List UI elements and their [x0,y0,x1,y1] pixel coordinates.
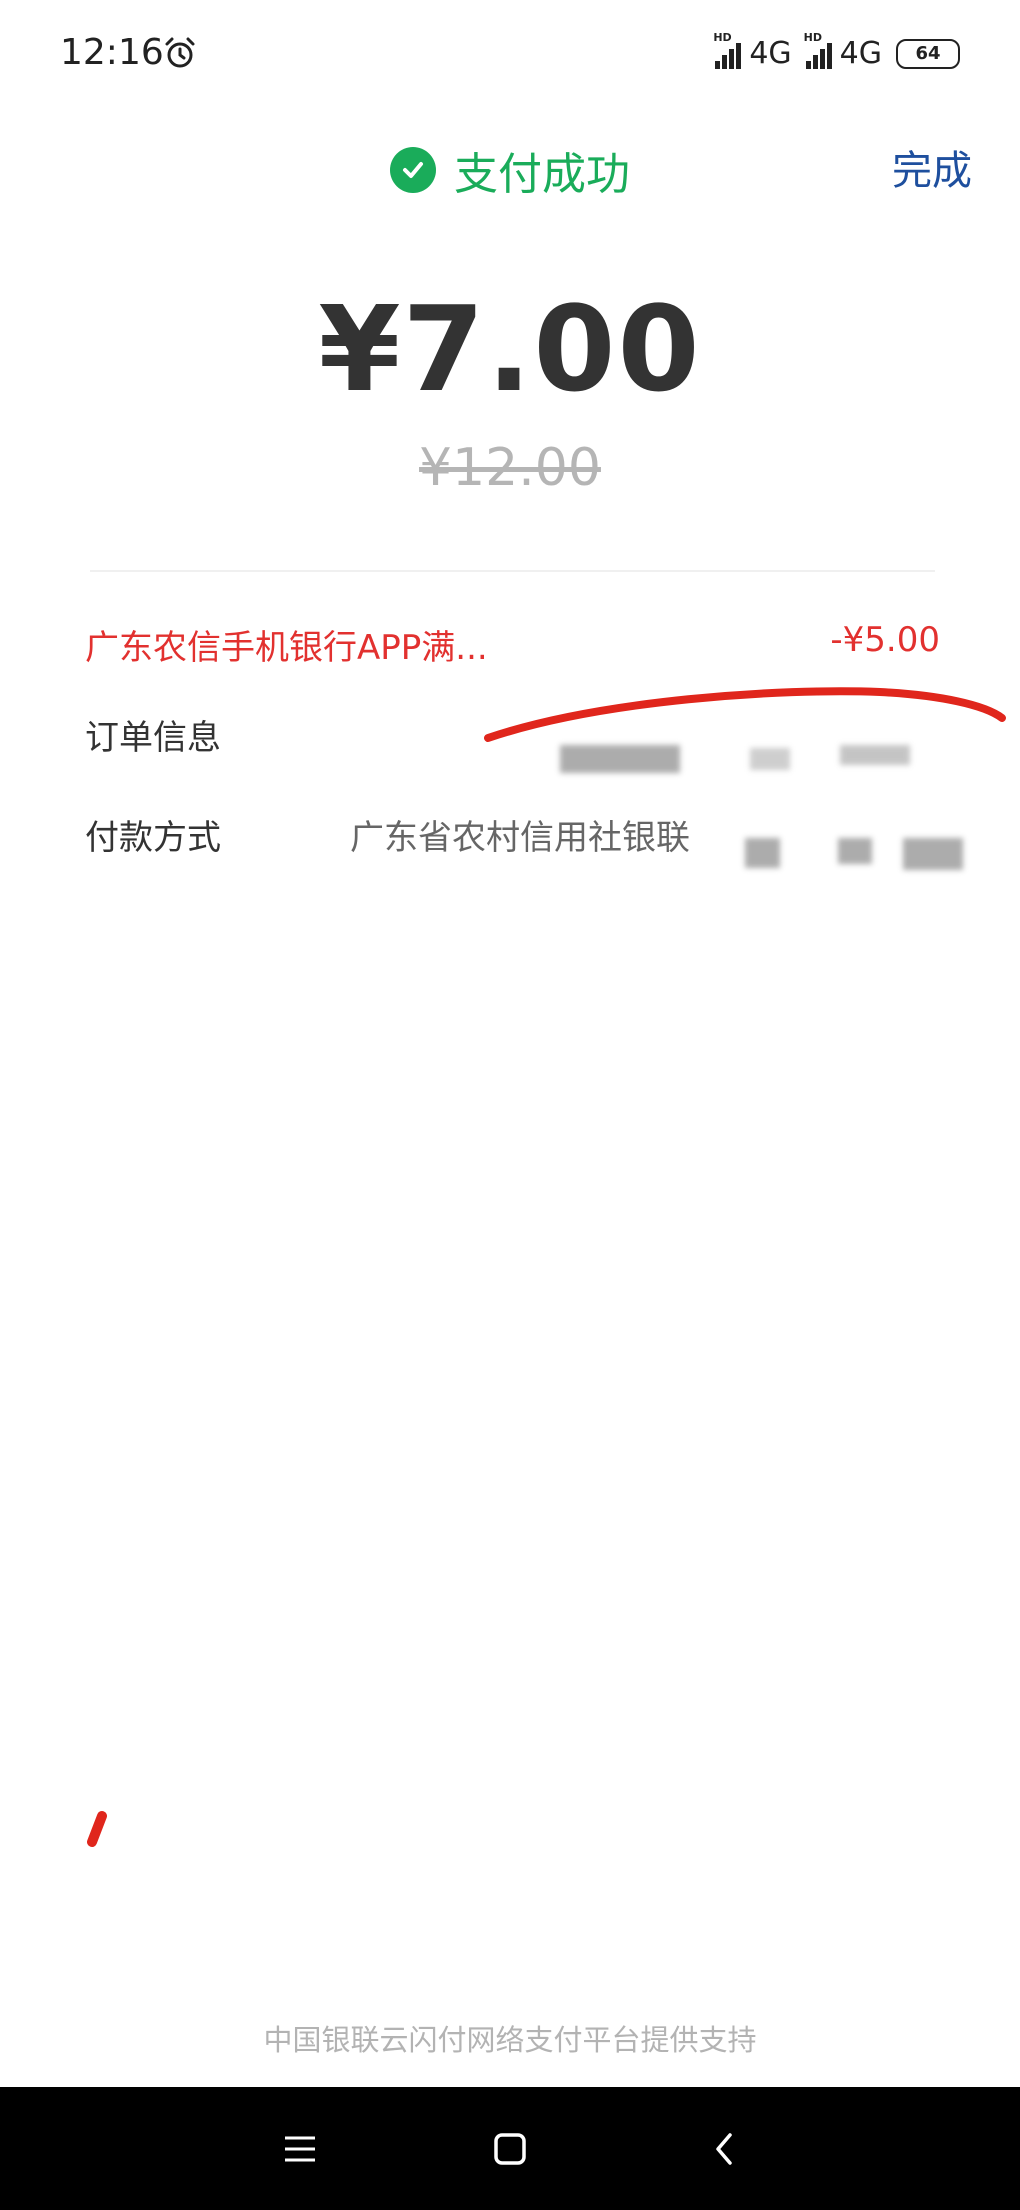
payment-method-row: 付款方式 广东省农村信用社银联 [85,810,940,859]
network-type-2: 4G [839,36,882,71]
redacted-card-number [903,838,963,870]
payment-method-value: 广东省农村信用社银联 [350,818,690,858]
signal-strength-icon: HD [713,31,742,69]
battery-icon: 64 [896,38,960,69]
back-icon[interactable] [692,2117,756,2181]
payment-amount: ¥7.00 [318,280,702,418]
discount-row[interactable]: 广东农信手机银行APP满... -¥5.00 [85,620,940,669]
redacted-order-id [840,745,910,765]
redacted-order-id [750,748,790,770]
status-bar: 12:16 HD 4G HD 4G 64 [0,0,1020,110]
signal-strength-icon: HD [804,31,832,69]
redacted-order-id [560,745,680,773]
platform-support-note: 中国银联云闪付网络支付平台提供支持 [263,2023,757,2057]
hd-label: HD [713,30,732,44]
status-indicators: HD 4G HD 4G 64 [713,31,960,71]
payment-status-header: 支付成功 [0,135,1020,205]
done-button[interactable]: 完成 [892,138,972,196]
order-info-label: 订单信息 [85,718,221,758]
discount-value: -¥5.00 [830,620,940,660]
check-circle-icon [390,147,436,193]
network-type-1: 4G [749,36,792,71]
red-annotation-mark [87,1811,107,1847]
discount-label: 广东农信手机银行APP满... [85,628,488,668]
status-time: 12:16 [60,32,164,73]
page-title: 支付成功 [454,149,630,200]
menu-icon[interactable] [268,2117,332,2181]
payment-method-label: 付款方式 [85,818,221,858]
redacted-card-number [838,838,872,864]
system-nav-bar [0,2087,1020,2210]
home-icon[interactable] [478,2117,542,2181]
alarm-clock-icon [165,37,195,68]
hd-label: HD [803,30,822,44]
divider [90,570,935,572]
redacted-card-number [745,838,780,868]
original-amount: ¥12.00 [419,438,601,498]
